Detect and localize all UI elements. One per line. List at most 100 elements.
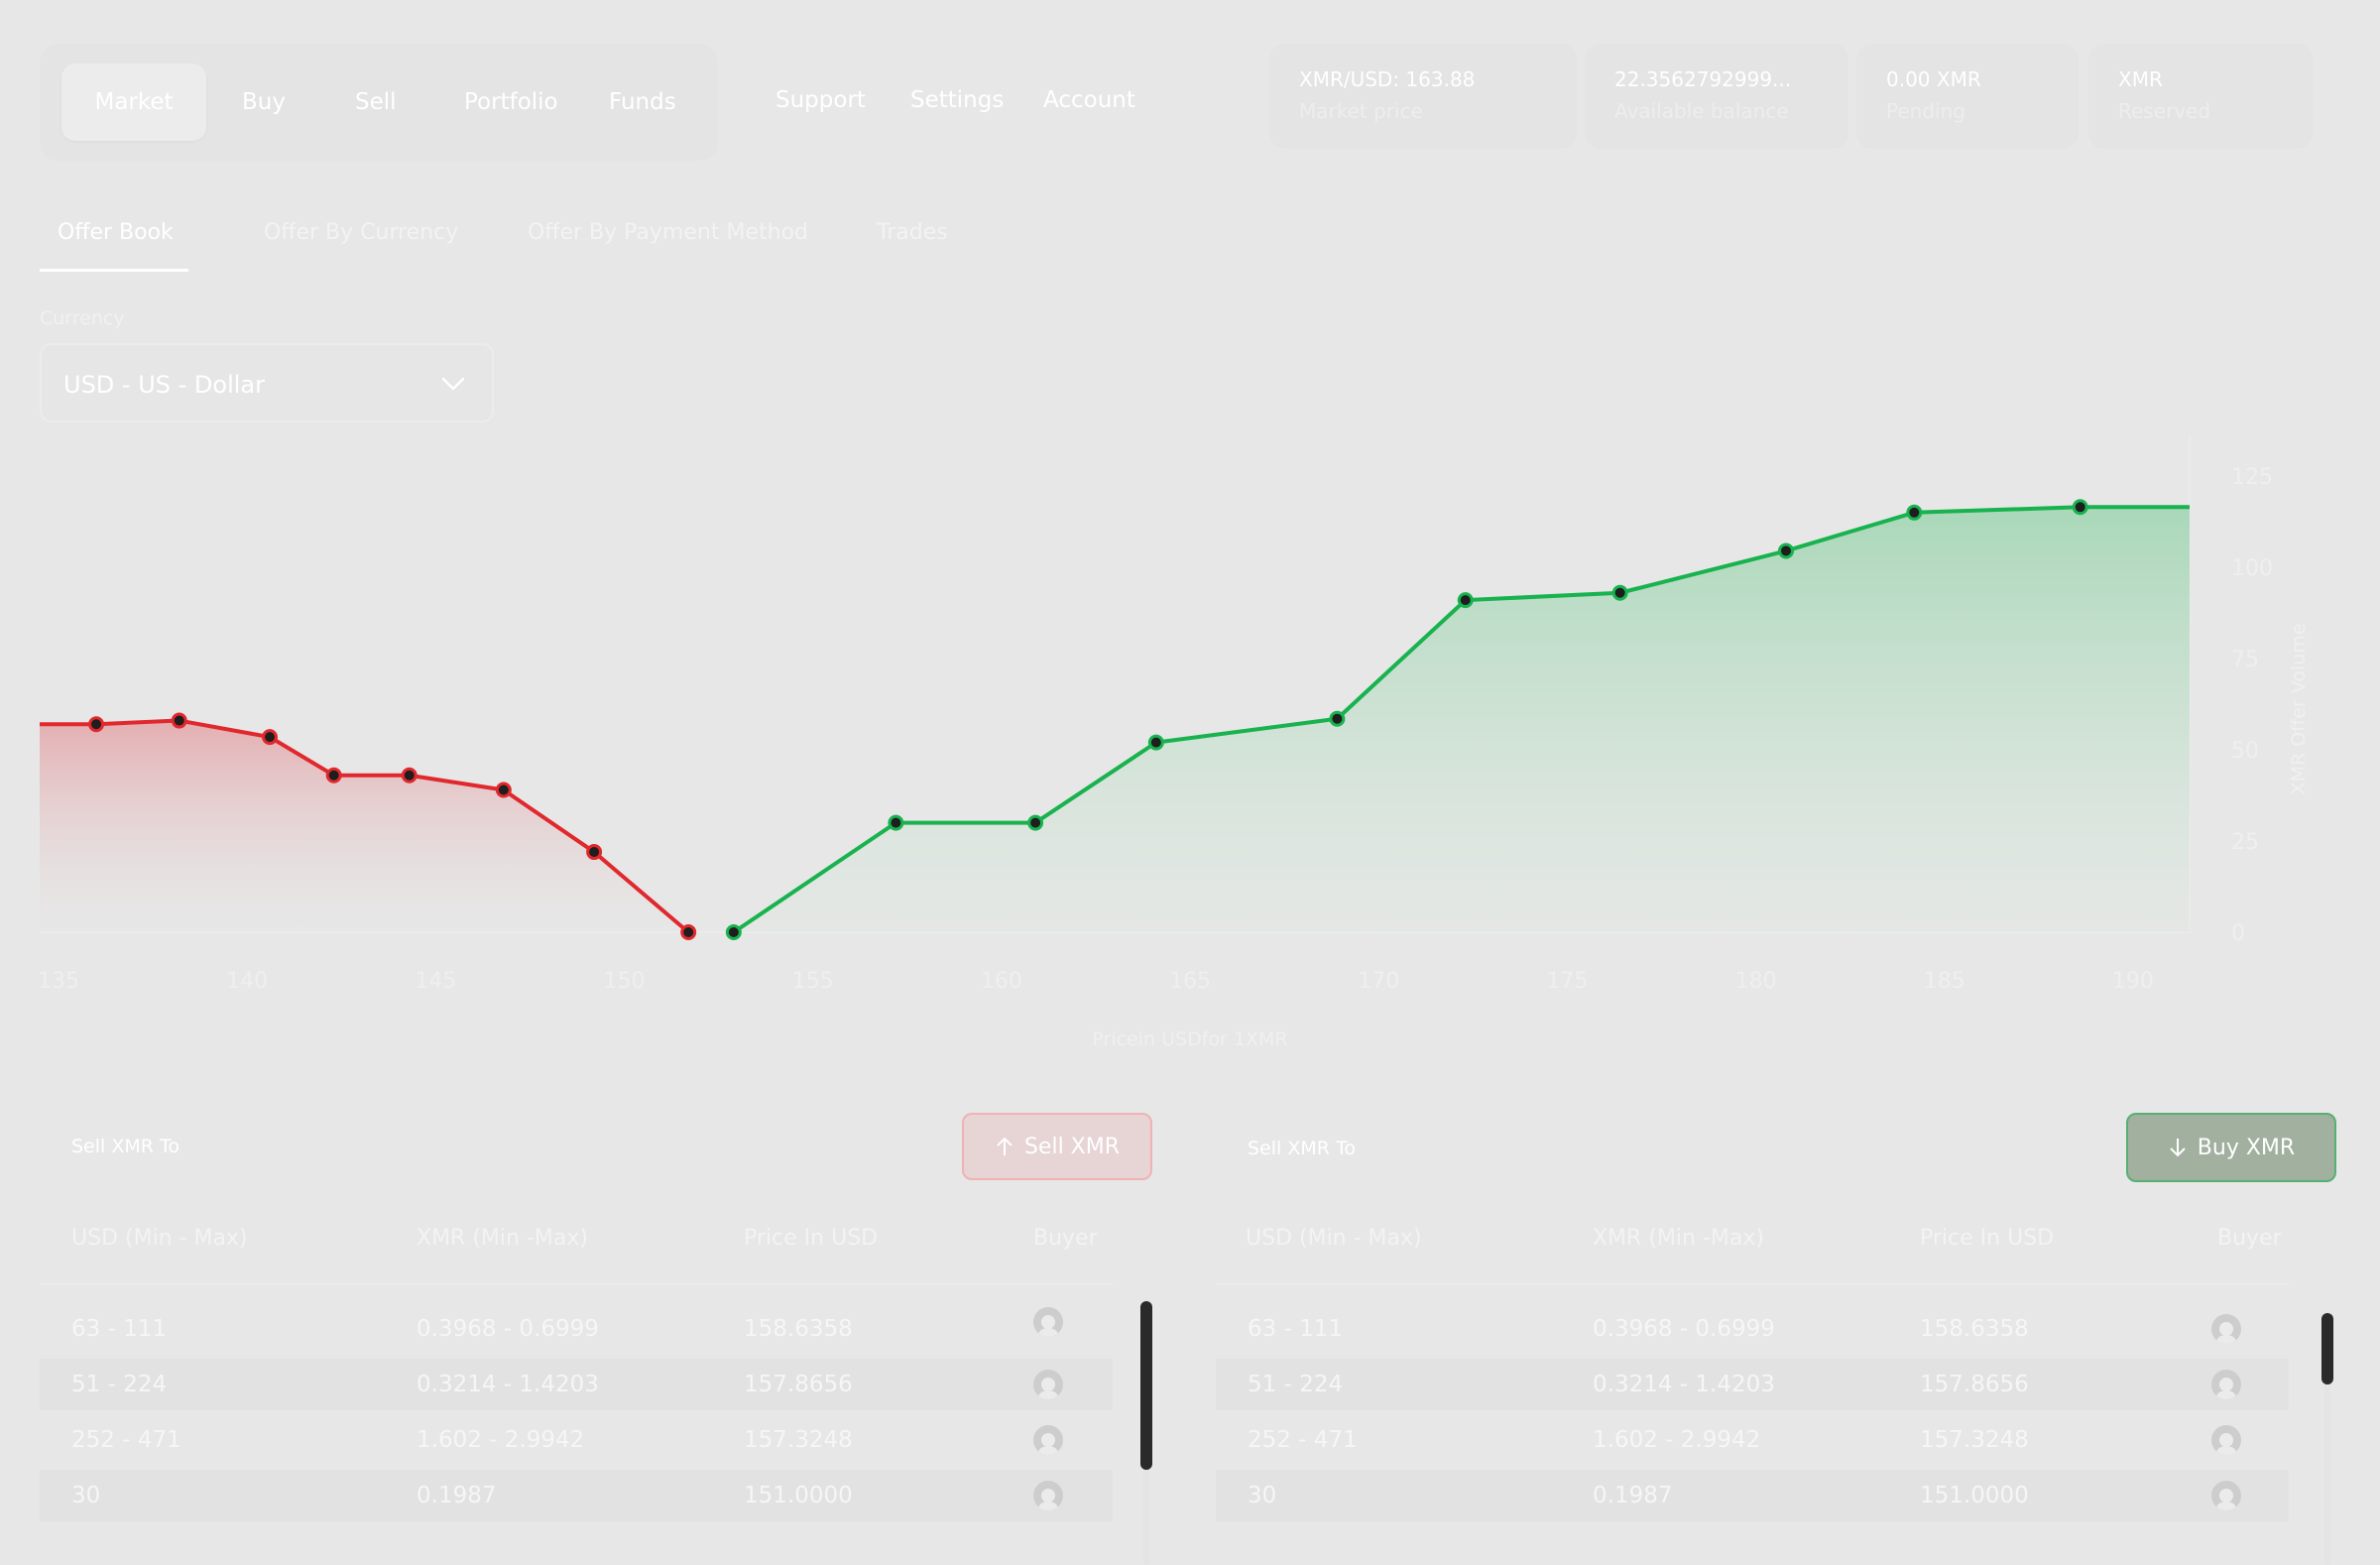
buyer-avatar-icon[interactable]: [1033, 1425, 1063, 1455]
sell-row-xmr: 1.602 - 2.9942: [416, 1427, 585, 1453]
sell-row-price: 157.3248: [744, 1427, 853, 1453]
x-tick-label: 155: [792, 969, 834, 994]
buy-row-xmr: 0.1987: [1593, 1483, 1673, 1508]
sell-row-usd: 63 - 111: [71, 1316, 168, 1342]
x-tick-label: 180: [1735, 969, 1777, 994]
sell-row-usd: 30: [71, 1483, 101, 1508]
sell-data-point[interactable]: [680, 924, 697, 940]
buy-row-xmr: 1.602 - 2.9942: [1593, 1427, 1761, 1453]
buy-row-usd: 252 - 471: [1248, 1427, 1358, 1453]
sell-row[interactable]: 51 - 224 0.3214 - 1.4203 157.8656: [40, 1359, 1113, 1410]
sell-row-xmr: 0.3968 - 0.6999: [416, 1316, 599, 1342]
y-tick-label: 100: [2231, 556, 2273, 581]
buy-row-price: 151.0000: [1920, 1483, 2029, 1508]
sell-xmr-button-label: Sell XMR: [1023, 1134, 1121, 1159]
buy-xmr-button-label: Buy XMR: [2197, 1135, 2296, 1160]
buy-row-price: 157.8656: [1920, 1372, 2029, 1397]
buy-row[interactable]: 51 - 224 0.3214 - 1.4203 157.8656: [1216, 1359, 2289, 1410]
buy-data-point[interactable]: [888, 814, 904, 831]
sell-col-buyer: Buyer: [1033, 1226, 1098, 1251]
buyer-avatar-icon[interactable]: [1033, 1370, 1063, 1399]
buy-row-usd: 63 - 111: [1248, 1316, 1344, 1342]
sell-header-divider: [40, 1283, 1113, 1285]
sell-col-xmr: XMR (Min -Max): [416, 1226, 588, 1251]
buy-depth-area: [733, 507, 2190, 932]
x-axis-label: Pricein USDfor 1XMR: [1092, 1028, 1287, 1050]
buy-data-point[interactable]: [1147, 734, 1164, 751]
y-tick-label: 75: [2231, 648, 2259, 672]
buy-row-xmr: 0.3214 - 1.4203: [1593, 1372, 1775, 1397]
sell-row[interactable]: 63 - 111 0.3968 - 0.6999 158.6358: [40, 1303, 1113, 1355]
sell-col-price: Price In USD: [744, 1226, 879, 1251]
depth-chart: 135 140 145 150 155 160 165 170 175 180 185 190 0 25 5…: [38, 436, 2310, 1050]
buyer-avatar-icon[interactable]: [2211, 1314, 2241, 1344]
y-tick-label: 25: [2231, 830, 2259, 855]
buy-scrollbar[interactable]: [2321, 1313, 2333, 1384]
buy-col-usd: USD (Min - Max): [1246, 1226, 1422, 1251]
buy-data-point[interactable]: [1027, 814, 1044, 831]
x-tick-label: 165: [1169, 969, 1211, 994]
buy-col-price: Price In USD: [1920, 1226, 2055, 1251]
x-tick-label: 185: [1924, 969, 1965, 994]
y-axis-label: XMR Offer Volume: [2288, 624, 2310, 795]
sell-data-point[interactable]: [171, 712, 187, 729]
buyer-avatar-icon[interactable]: [1033, 1481, 1063, 1510]
arrow-up-icon: [997, 1137, 1012, 1155]
x-tick-label: 170: [1358, 969, 1399, 994]
buy-row[interactable]: 63 - 111 0.3968 - 0.6999 158.6358: [1216, 1303, 2289, 1355]
buy-row[interactable]: 252 - 471 1.602 - 2.9942 157.3248: [1216, 1414, 2289, 1466]
x-tick-label: 175: [1546, 969, 1588, 994]
sell-row-usd: 252 - 471: [71, 1427, 181, 1453]
sell-row-usd: 51 - 224: [71, 1372, 168, 1397]
sell-data-point[interactable]: [88, 716, 105, 733]
buy-row-price: 158.6358: [1920, 1316, 2029, 1342]
x-tick-label: 150: [604, 969, 646, 994]
x-tick-label: 140: [226, 969, 268, 994]
sell-col-usd: USD (Min - Max): [71, 1226, 248, 1251]
x-tick-label: 160: [981, 969, 1022, 994]
buyer-avatar-icon[interactable]: [1033, 1307, 1063, 1337]
buy-data-point[interactable]: [1457, 592, 1474, 609]
buy-panel-title: Sell XMR To: [1248, 1138, 1356, 1159]
buy-col-xmr: XMR (Min -Max): [1593, 1226, 1764, 1251]
sell-data-point[interactable]: [495, 782, 512, 798]
sell-row-price: 157.8656: [744, 1372, 853, 1397]
sell-depth-area: [40, 720, 689, 932]
buy-header-divider: [1216, 1283, 2289, 1285]
y-tick-label: 50: [2231, 739, 2259, 764]
buy-col-buyer: Buyer: [2217, 1226, 2282, 1251]
y-tick-label: 0: [2231, 921, 2245, 946]
buy-data-point[interactable]: [1611, 584, 1628, 601]
sell-row[interactable]: 252 - 471 1.602 - 2.9942 157.3248: [40, 1414, 1113, 1466]
sell-row-price: 158.6358: [744, 1316, 853, 1342]
sell-row-xmr: 0.3214 - 1.4203: [416, 1372, 599, 1397]
x-tick-label: 135: [38, 969, 79, 994]
buy-data-point[interactable]: [1329, 710, 1346, 727]
sell-data-point[interactable]: [262, 729, 279, 746]
buyer-avatar-icon[interactable]: [2211, 1481, 2241, 1510]
sell-xmr-button[interactable]: Sell XMR: [962, 1113, 1152, 1180]
sell-row-xmr: 0.1987: [416, 1483, 497, 1508]
sell-data-point[interactable]: [586, 844, 603, 861]
sell-row-price: 151.0000: [744, 1483, 853, 1508]
y-tick-label: 125: [2231, 465, 2273, 490]
buy-row-usd: 51 - 224: [1248, 1372, 1344, 1397]
buyer-avatar-icon[interactable]: [2211, 1370, 2241, 1399]
buy-data-point[interactable]: [2072, 499, 2088, 516]
buy-data-point[interactable]: [725, 924, 742, 940]
sell-data-point[interactable]: [401, 767, 417, 783]
buy-data-point[interactable]: [1778, 542, 1795, 559]
buy-data-point[interactable]: [1906, 504, 1923, 521]
x-tick-label: 145: [415, 969, 456, 994]
buy-row-price: 157.3248: [1920, 1427, 2029, 1453]
sell-scrollbar[interactable]: [1140, 1301, 1152, 1470]
sell-row[interactable]: 30 0.1987 151.0000: [40, 1470, 1113, 1521]
x-tick-label: 190: [2112, 969, 2154, 994]
buy-row-xmr: 0.3968 - 0.6999: [1593, 1316, 1775, 1342]
sell-panel-title: Sell XMR To: [71, 1136, 179, 1157]
buy-row[interactable]: 30 0.1987 151.0000: [1216, 1470, 2289, 1521]
sell-data-point[interactable]: [325, 767, 342, 783]
buy-xmr-button[interactable]: Buy XMR: [2126, 1113, 2336, 1182]
buyer-avatar-icon[interactable]: [2211, 1425, 2241, 1455]
buy-row-usd: 30: [1248, 1483, 1277, 1508]
